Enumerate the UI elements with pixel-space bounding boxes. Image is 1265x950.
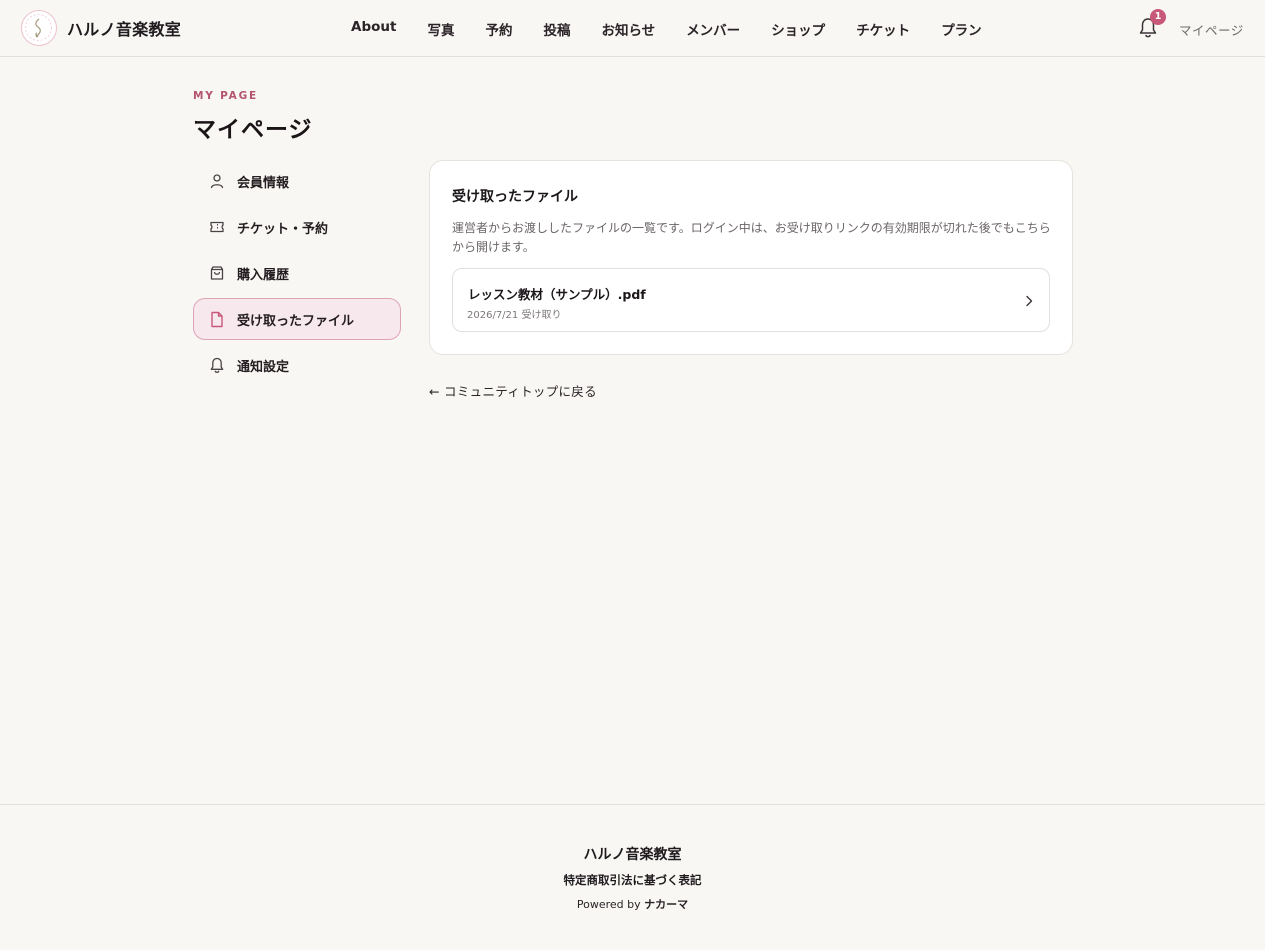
nav-shop[interactable]: ショップ xyxy=(771,19,825,39)
site-header: ハルノ音楽教室 About 写真 予約 投稿 お知らせ メンバー ショップ チケ… xyxy=(0,0,1265,57)
powered-by: Powered by ナカーマ xyxy=(0,896,1265,912)
legal-notice-link[interactable]: 特定商取引法に基づく表記 xyxy=(0,872,1265,888)
nav-reservations[interactable]: 予約 xyxy=(485,19,512,39)
file-list-item[interactable]: レッスン教材（サンプル）.pdf 2026/7/21 受け取り xyxy=(452,268,1050,332)
sidebar-item-label: 受け取ったファイル xyxy=(237,313,355,329)
file-name: レッスン教材（サンプル）.pdf xyxy=(468,287,646,302)
nav-posts[interactable]: 投稿 xyxy=(543,19,570,39)
page-title: マイページ xyxy=(193,117,313,143)
file-received-date: 2026/7/21 受け取り xyxy=(467,310,562,321)
bell-icon xyxy=(208,356,226,374)
powered-by-brand[interactable]: ナカーマ xyxy=(644,898,688,911)
card-title: 受け取ったファイル xyxy=(452,189,578,205)
received-files-card: 受け取ったファイル 運営者からお渡ししたファイルの一覧です。ログイン中は、お受け… xyxy=(429,160,1073,355)
sidebar-item-notification-settings[interactable]: 通知設定 xyxy=(193,344,401,386)
sidebar-item-purchase-history[interactable]: 購入履歴 xyxy=(193,252,401,294)
brand-link[interactable]: ハルノ音楽教室 xyxy=(21,10,181,46)
nav-members[interactable]: メンバー xyxy=(686,19,740,39)
site-footer: ハルノ音楽教室 特定商取引法に基づく表記 Powered by ナカーマ xyxy=(0,804,1265,950)
sidebar-item-label: 購入履歴 xyxy=(237,267,290,283)
main-nav: About 写真 予約 投稿 お知らせ メンバー ショップ チケット プラン xyxy=(351,19,1013,39)
sidebar-item-label: 通知設定 xyxy=(237,359,290,375)
brand-name: ハルノ音楽教室 xyxy=(67,20,182,39)
sidebar-item-label: チケット・予約 xyxy=(237,221,329,237)
file-icon xyxy=(208,310,226,328)
sidebar-item-member-info[interactable]: 会員情報 xyxy=(193,160,401,202)
sidebar-item-tickets[interactable]: チケット・予約 xyxy=(193,206,401,248)
sidebar-item-received-files[interactable]: 受け取ったファイル xyxy=(193,298,401,340)
user-icon xyxy=(208,172,226,190)
chevron-right-icon xyxy=(1026,295,1033,307)
notifications-button[interactable]: 1 xyxy=(1137,9,1166,40)
mypage-link[interactable]: マイページ xyxy=(1179,20,1244,39)
powered-by-prefix: Powered by xyxy=(576,898,641,911)
nav-photos[interactable]: 写真 xyxy=(427,19,454,39)
nav-about[interactable]: About xyxy=(351,19,396,39)
mypage-sidebar: 会員情報 チケット・予約 購入履歴 受け取ったファイル 通知設定 xyxy=(193,160,401,390)
back-to-community-link[interactable]: ← コミュニティトップに戻る xyxy=(429,381,597,400)
ticket-icon xyxy=(208,218,226,236)
sidebar-item-label: 会員情報 xyxy=(237,175,290,191)
nav-news[interactable]: お知らせ xyxy=(601,19,655,39)
notification-badge: 1 xyxy=(1150,9,1166,25)
nav-tickets[interactable]: チケット xyxy=(856,19,910,39)
page-eyebrow: MY PAGE xyxy=(193,90,258,102)
footer-brand-name: ハルノ音楽教室 xyxy=(583,847,682,863)
shopping-bag-icon xyxy=(208,264,226,282)
nav-plans[interactable]: プラン xyxy=(941,19,982,39)
card-description: 運営者からお渡ししたファイルの一覧です。ログイン中は、お受け取りリンクの有効期限… xyxy=(452,221,1051,254)
logo-icon xyxy=(21,10,57,46)
